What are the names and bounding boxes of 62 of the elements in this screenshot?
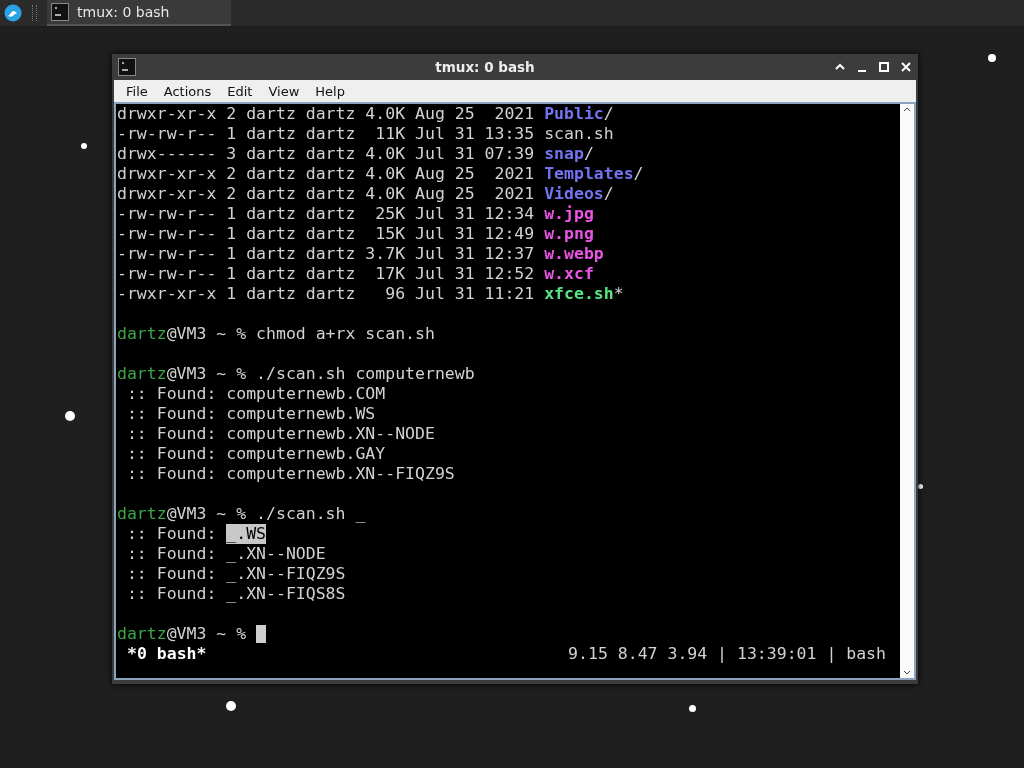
terminal-text: :: Found: computernewb.COM xyxy=(125,384,386,404)
terminal-text: -rw-rw-r-- 1 dartz dartz 25K Jul 31 12:34 xyxy=(117,204,536,224)
selected-text: _.WS xyxy=(226,524,267,544)
terminal-text: @VM3 ~ % xyxy=(166,624,248,644)
terminal-text: drwxr-xr-x 2 dartz dartz 4.0K Aug 25 2021 xyxy=(117,184,536,204)
close-icon[interactable] xyxy=(900,61,912,73)
terminal-icon xyxy=(118,58,136,76)
maximize-icon[interactable] xyxy=(878,61,890,73)
terminal-text: -rw-rw-r-- 1 dartz dartz 3.7K Jul 31 12:37 xyxy=(117,244,536,264)
prompt-user: dartz xyxy=(117,364,167,384)
tmux-status-info: 9.15 8.47 3.94 | 13:39:01 | bash xyxy=(568,644,886,664)
terminal-text: :: Found: _.XN--FIQZ9S xyxy=(125,564,346,584)
terminal-text: / xyxy=(583,144,594,164)
terminal-text: drwxr-xr-x 2 dartz dartz 4.0K Aug 25 2021 xyxy=(117,104,536,124)
star-dot xyxy=(81,143,87,149)
terminal-text: :: Found: _.XN--FIQS8S xyxy=(125,584,346,604)
image-file-name: w.xcf xyxy=(544,264,594,284)
image-file-name: w.png xyxy=(544,224,594,244)
prompt-user: dartz xyxy=(117,624,167,644)
image-file-name: w.jpg xyxy=(544,204,594,224)
terminal-text: :: Found: computernewb.XN--NODE xyxy=(125,424,435,444)
menu-item[interactable]: Help xyxy=(307,83,353,99)
terminal-text: @VM3 ~ % ./scan.sh _ xyxy=(166,504,366,524)
prompt-user: dartz xyxy=(117,324,167,344)
star-dot xyxy=(65,411,75,421)
terminal-text: :: Found: xyxy=(125,524,218,544)
terminal-text: :: Found: computernewb.GAY xyxy=(125,444,386,464)
directory-name: snap xyxy=(544,144,584,164)
terminal-text: drwx------ 3 dartz dartz 4.0K Jul 31 07:39 xyxy=(117,144,536,164)
scrollbar[interactable] xyxy=(900,104,914,678)
terminal-text: :: Found: computernewb.XN--FIQZ9S xyxy=(125,464,455,484)
tmux-window-label: *0 bash* xyxy=(127,644,207,664)
menu-item[interactable]: File xyxy=(118,83,156,99)
terminal-text: -rw-rw-r-- 1 dartz dartz 17K Jul 31 12:52 xyxy=(117,264,536,284)
directory-name: Public xyxy=(544,104,604,124)
terminal-text: :: Found: computernewb.WS xyxy=(125,404,376,424)
executable-name: xfce.sh xyxy=(544,284,614,304)
terminal-icon xyxy=(51,3,69,21)
star-dot xyxy=(688,704,696,712)
terminal-text: / xyxy=(603,184,614,204)
star-dot xyxy=(988,54,996,62)
prompt-user: dartz xyxy=(117,504,167,524)
menu-item[interactable]: Actions xyxy=(155,83,220,99)
taskbar-button[interactable]: tmux: 0 bash xyxy=(47,0,231,26)
directory-name: Templates xyxy=(544,164,634,184)
terminal-text: -rwxr-xr-x 1 dartz dartz 96 Jul 31 11:21 xyxy=(117,284,536,304)
terminal-text: / xyxy=(633,164,644,184)
image-file-name: w.webp xyxy=(544,244,604,264)
star-dot xyxy=(226,701,236,711)
terminal-text: -rw-rw-r-- 1 dartz dartz 11K Jul 31 13:35 scan.sh xyxy=(117,124,614,144)
terminal-text: / xyxy=(603,104,614,124)
terminal-text: @VM3 ~ % ./scan.sh computernewb xyxy=(166,364,475,384)
terminal-text: * xyxy=(613,284,624,304)
terminal-text: :: Found: _.XN--NODE xyxy=(125,544,326,564)
window-title: tmux: 0 bash xyxy=(434,59,536,75)
terminal-text: drwxr-xr-x 2 dartz dartz 4.0K Aug 25 2021 xyxy=(117,164,536,184)
app-menu-icon[interactable] xyxy=(4,4,22,22)
terminal-text: @VM3 ~ % chmod a+rx scan.sh xyxy=(166,324,435,344)
menu-item[interactable]: Edit xyxy=(219,83,261,99)
terminal-text: -rw-rw-r-- 1 dartz dartz 15K Jul 31 12:49 xyxy=(117,224,536,244)
directory-name: Videos xyxy=(544,184,604,204)
menu-item[interactable]: View xyxy=(260,83,308,99)
